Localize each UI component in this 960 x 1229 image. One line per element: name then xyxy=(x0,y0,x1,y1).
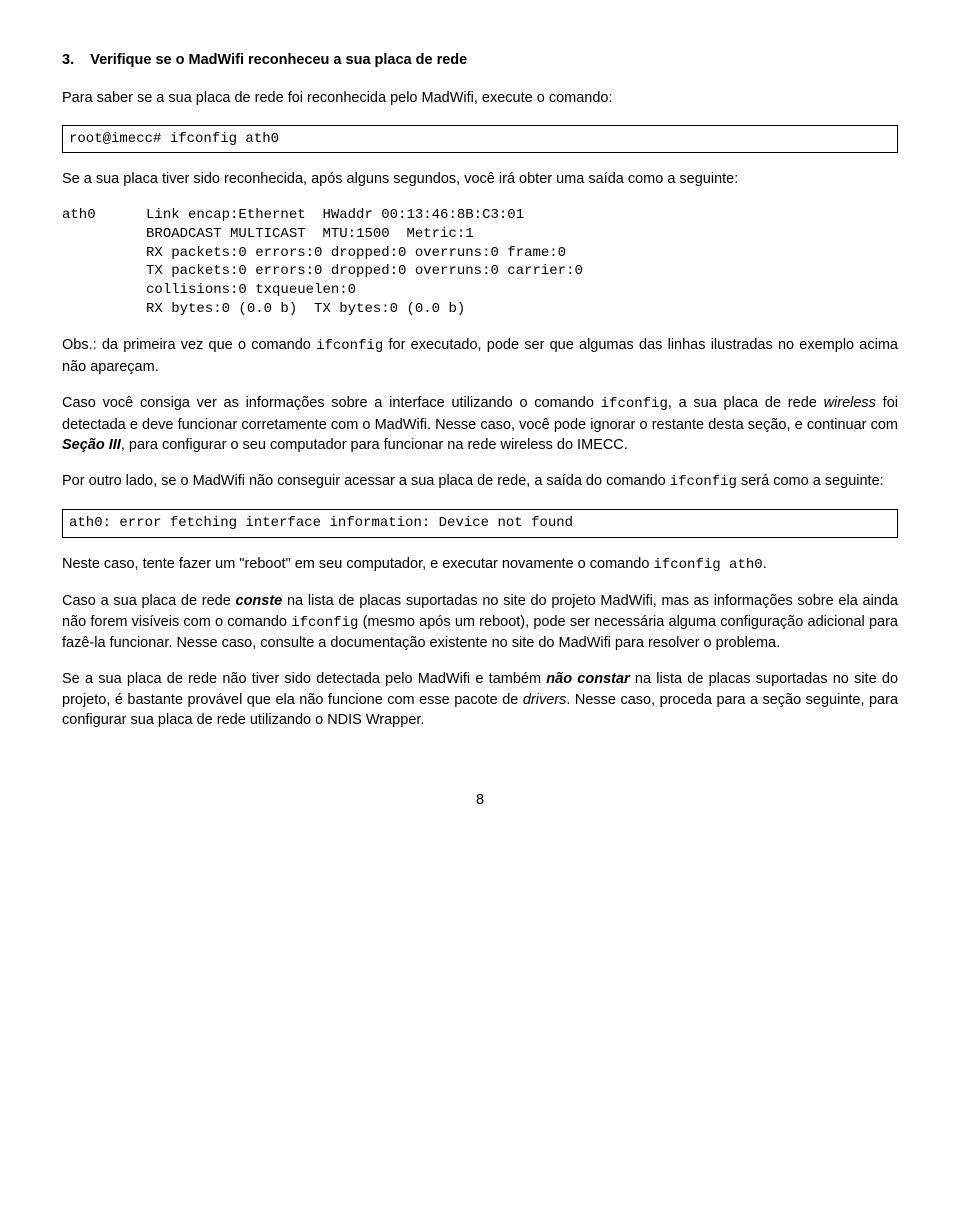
p4-code: ifconfig xyxy=(601,396,668,412)
p8-pre: Se a sua placa de rede não tiver sido de… xyxy=(62,671,546,687)
p8-em: drivers xyxy=(523,692,567,708)
paragraph-naoconstar: Se a sua placa de rede não tiver sido de… xyxy=(62,669,898,730)
paragraph-conste: Caso a sua placa de rede conste na lista… xyxy=(62,591,898,653)
p5-pre: Por outro lado, se o MadWifi não consegu… xyxy=(62,473,670,489)
p6-code: ifconfig ath0 xyxy=(653,557,762,573)
p7-pre: Caso a sua placa de rede xyxy=(62,593,236,609)
paragraph-reboot: Neste caso, tente fazer um "reboot" em s… xyxy=(62,554,898,576)
p7-strong: conste xyxy=(236,593,283,609)
p6-pre: Neste caso, tente fazer um "reboot" em s… xyxy=(62,556,653,572)
page-number: 8 xyxy=(62,790,898,810)
code-output-ifconfig: ath0 Link encap:Ethernet HWaddr 00:13:46… xyxy=(62,206,898,319)
section-heading: 3. Verifique se o MadWifi reconheceu a s… xyxy=(62,50,898,70)
p4-post1: , a sua placa de rede xyxy=(668,395,824,411)
obs-code: ifconfig xyxy=(316,338,383,354)
paragraph-obs: Obs.: da primeira vez que o comando ifco… xyxy=(62,335,898,377)
p4-em: wireless xyxy=(824,395,876,411)
paragraph-output-intro: Se a sua placa tiver sido reconhecida, a… xyxy=(62,169,898,189)
p4-strong: Seção III xyxy=(62,437,121,453)
p6-post: . xyxy=(763,556,767,572)
code-error-output: ath0: error fetching interface informati… xyxy=(62,509,898,538)
paragraph-success: Caso você consiga ver as informações sob… xyxy=(62,393,898,455)
spacer xyxy=(78,52,86,68)
p5-code: ifconfig xyxy=(670,474,737,490)
section-title: Verifique se o MadWifi reconheceu a sua … xyxy=(90,52,467,68)
paragraph-fail-intro: Por outro lado, se o MadWifi não consegu… xyxy=(62,471,898,493)
p5-post: será como a seguinte: xyxy=(737,473,884,489)
p7-code: ifconfig xyxy=(291,615,358,631)
obs-pre: Obs.: da primeira vez que o comando xyxy=(62,337,316,353)
p8-strong: não constar xyxy=(546,671,629,687)
p4-post3: , para configurar o seu computador para … xyxy=(121,437,628,453)
p4-pre: Caso você consiga ver as informações sob… xyxy=(62,395,601,411)
section-number: 3. xyxy=(62,52,74,68)
paragraph-intro: Para saber se a sua placa de rede foi re… xyxy=(62,88,898,108)
code-command-ifconfig: root@imecc# ifconfig ath0 xyxy=(62,125,898,154)
